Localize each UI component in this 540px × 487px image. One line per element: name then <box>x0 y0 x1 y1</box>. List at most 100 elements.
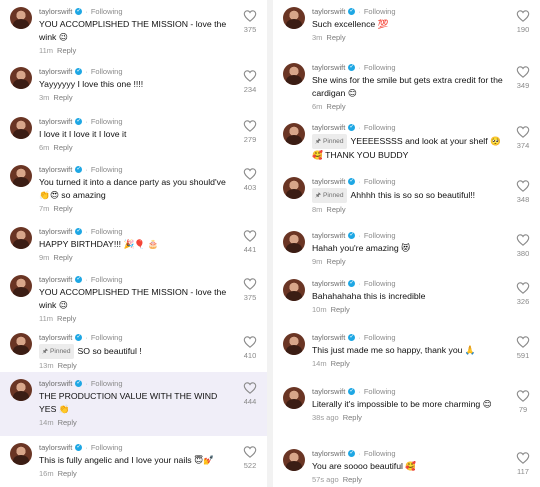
username[interactable]: taylorswift <box>39 67 72 76</box>
heart-outline-icon[interactable] <box>516 234 530 246</box>
heart-outline-icon[interactable] <box>516 10 530 22</box>
heart-outline-icon[interactable] <box>516 66 530 78</box>
avatar[interactable] <box>10 117 32 139</box>
avatar[interactable] <box>10 67 32 89</box>
reply-button[interactable]: Reply <box>331 305 350 314</box>
username[interactable]: taylorswift <box>39 227 72 236</box>
heart-outline-icon[interactable] <box>243 278 257 290</box>
username[interactable]: taylorswift <box>39 275 72 284</box>
like-button[interactable]: 79 <box>512 390 534 414</box>
reply-button[interactable]: Reply <box>57 46 76 55</box>
username[interactable]: taylorswift <box>39 333 72 342</box>
like-button[interactable]: 591 <box>512 336 534 360</box>
avatar[interactable] <box>10 275 32 297</box>
following-status: Following <box>90 378 123 388</box>
avatar[interactable] <box>10 379 32 401</box>
like-button[interactable]: 375 <box>239 278 261 302</box>
reply-button[interactable]: Reply <box>53 204 72 213</box>
comment-body: taylorswift ✓ · Following You turned it into… <box>39 164 233 214</box>
separator-dot: · <box>358 278 361 288</box>
like-button[interactable]: 374 <box>512 126 534 150</box>
reply-button[interactable]: Reply <box>58 361 77 370</box>
comment-footer: 11m Reply <box>39 314 233 323</box>
avatar[interactable] <box>283 333 305 355</box>
avatar[interactable] <box>283 279 305 301</box>
avatar[interactable] <box>10 443 32 465</box>
like-button[interactable]: 326 <box>512 282 534 306</box>
avatar[interactable] <box>10 227 32 249</box>
like-button[interactable]: 522 <box>239 446 261 470</box>
avatar[interactable] <box>283 123 305 145</box>
timestamp: 9m <box>39 253 50 262</box>
reply-button[interactable]: Reply <box>326 205 345 214</box>
avatar[interactable] <box>283 63 305 85</box>
comment-item: taylorswift ✓ · Following YOU ACCOMPLISHED T… <box>0 268 267 326</box>
comment-footer: 10m Reply <box>312 305 506 314</box>
reply-button[interactable]: Reply <box>326 257 345 266</box>
reply-button[interactable]: Reply <box>58 469 77 478</box>
reply-button[interactable]: Reply <box>53 93 72 102</box>
like-button[interactable]: 234 <box>239 70 261 94</box>
heart-outline-icon[interactable] <box>243 230 257 242</box>
reply-button[interactable]: Reply <box>343 475 362 484</box>
reply-button[interactable]: Reply <box>57 314 76 323</box>
username[interactable]: taylorswift <box>312 177 345 186</box>
heart-outline-icon[interactable] <box>243 168 257 180</box>
comment-item: taylorswift ✓ · Following I love it I love i… <box>0 110 267 158</box>
username[interactable]: taylorswift <box>39 7 72 16</box>
heart-outline-icon[interactable] <box>516 282 530 294</box>
heart-outline-icon[interactable] <box>243 120 257 132</box>
username[interactable]: taylorswift <box>312 387 345 396</box>
heart-outline-icon[interactable] <box>516 452 530 464</box>
avatar[interactable] <box>10 333 32 355</box>
avatar[interactable] <box>10 7 32 29</box>
like-button[interactable]: 380 <box>512 234 534 258</box>
avatar[interactable] <box>10 165 32 187</box>
like-button[interactable]: 410 <box>239 336 261 360</box>
like-button[interactable]: 349 <box>512 66 534 90</box>
heart-outline-icon[interactable] <box>516 390 530 402</box>
avatar[interactable] <box>283 231 305 253</box>
like-button[interactable]: 444 <box>239 382 261 406</box>
heart-outline-icon[interactable] <box>243 10 257 22</box>
reply-button[interactable]: Reply <box>326 102 345 111</box>
reply-button[interactable]: Reply <box>326 33 345 42</box>
heart-outline-icon[interactable] <box>516 180 530 192</box>
heart-outline-icon[interactable] <box>243 70 257 82</box>
avatar[interactable] <box>283 449 305 471</box>
username[interactable]: taylorswift <box>39 165 72 174</box>
like-count: 326 <box>516 297 530 306</box>
verified-badge-icon: ✓ <box>75 165 83 173</box>
username[interactable]: taylorswift <box>39 117 72 126</box>
heart-outline-icon[interactable] <box>243 382 257 394</box>
verified-badge-icon: ✓ <box>348 231 356 239</box>
avatar[interactable] <box>283 7 305 29</box>
reply-button[interactable]: Reply <box>343 413 362 422</box>
like-button[interactable]: 403 <box>239 168 261 192</box>
like-button[interactable]: 348 <box>512 180 534 204</box>
username[interactable]: taylorswift <box>312 7 345 16</box>
like-button[interactable]: 375 <box>239 10 261 34</box>
username[interactable]: taylorswift <box>312 333 345 342</box>
heart-outline-icon[interactable] <box>243 336 257 348</box>
reply-button[interactable]: Reply <box>53 143 72 152</box>
reply-button[interactable]: Reply <box>58 418 77 427</box>
heart-outline-icon[interactable] <box>243 446 257 458</box>
avatar[interactable] <box>283 387 305 409</box>
reply-button[interactable]: Reply <box>53 253 72 262</box>
like-button[interactable]: 190 <box>512 10 534 34</box>
reply-button[interactable]: Reply <box>331 359 350 368</box>
username[interactable]: taylorswift <box>312 63 345 72</box>
like-button[interactable]: 441 <box>239 230 261 254</box>
heart-outline-icon[interactable] <box>516 336 530 348</box>
avatar[interactable] <box>283 177 305 199</box>
heart-outline-icon[interactable] <box>516 126 530 138</box>
username[interactable]: taylorswift <box>39 443 72 452</box>
username[interactable]: taylorswift <box>39 379 72 388</box>
username[interactable]: taylorswift <box>312 231 345 240</box>
like-button[interactable]: 117 <box>512 452 534 476</box>
username[interactable]: taylorswift <box>312 279 345 288</box>
username[interactable]: taylorswift <box>312 449 345 458</box>
username[interactable]: taylorswift <box>312 123 345 132</box>
like-button[interactable]: 279 <box>239 120 261 144</box>
